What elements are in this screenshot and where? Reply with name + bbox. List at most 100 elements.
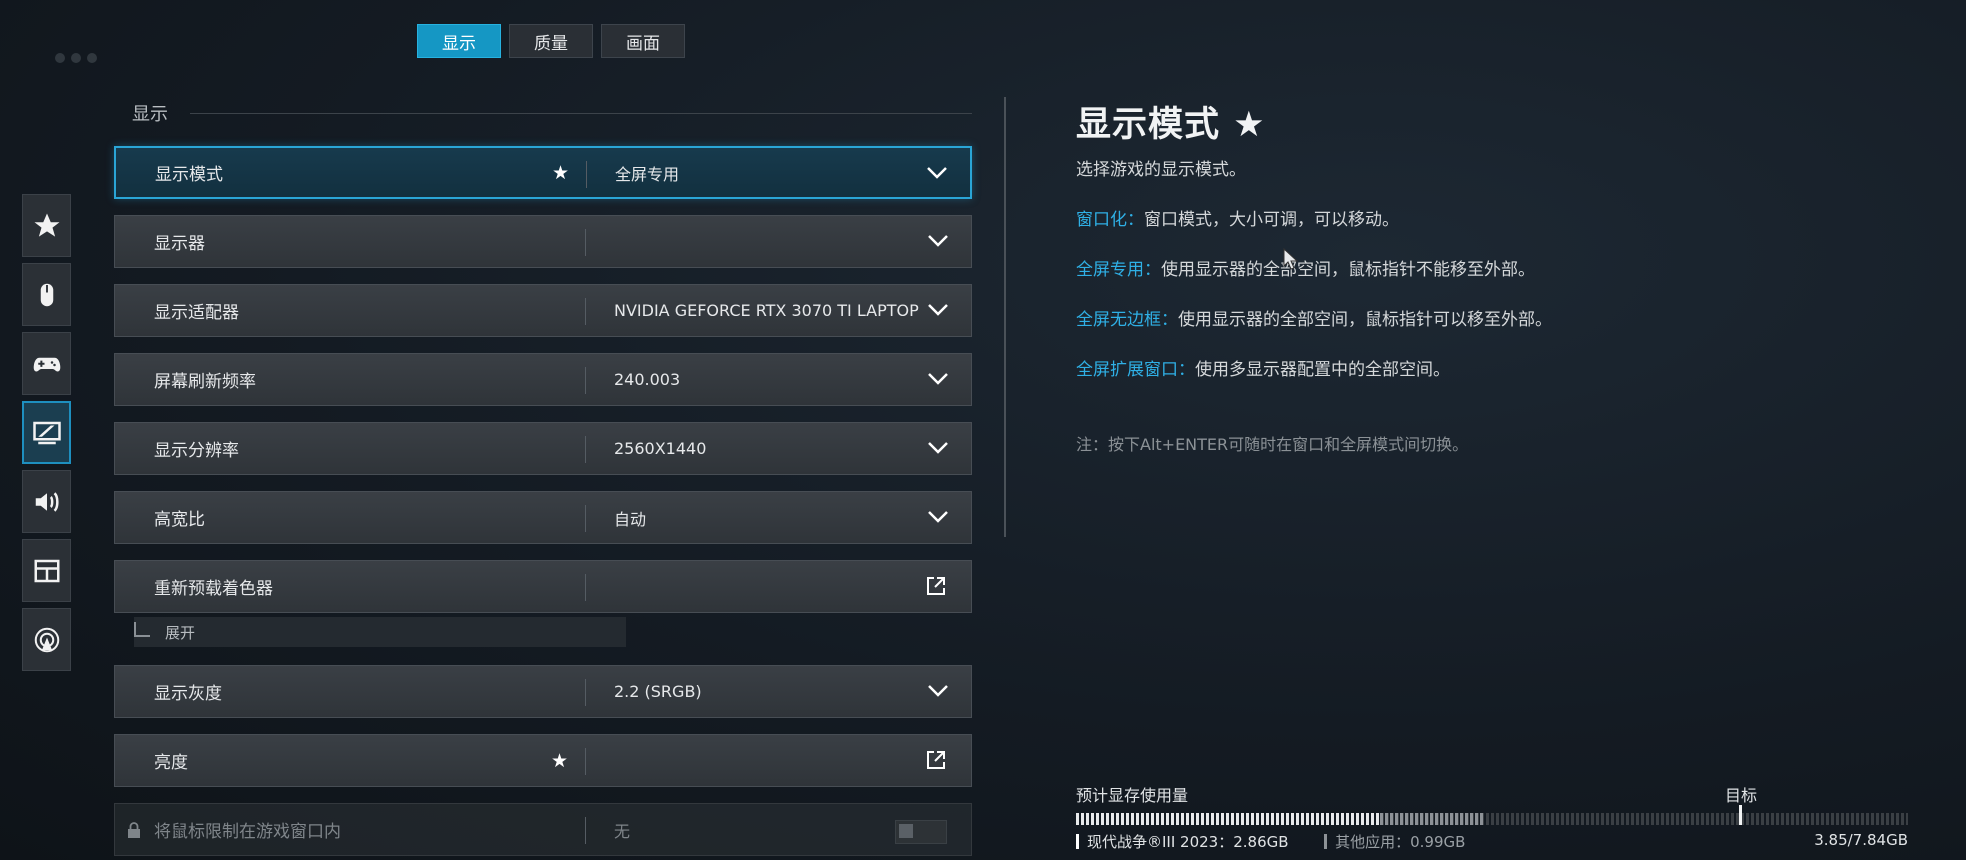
external-link-icon[interactable] — [925, 575, 947, 597]
vram-usage-bar — [1076, 813, 1908, 825]
sidebar-item-interface[interactable] — [22, 539, 71, 602]
setting-confine-mouse: 将鼠标限制在游戏窗口内 无 — [114, 803, 972, 856]
vram-other-label: 其他应用：0.99GB — [1335, 833, 1466, 851]
setting-divider — [585, 298, 586, 325]
description-text: 窗口模式，大小可调，可以移动。 — [1144, 210, 1399, 230]
setting-brightness[interactable]: 亮度 ★ — [114, 734, 972, 787]
description-text: 使用显示器的全部空间，鼠标指针可以移至外部。 — [1178, 310, 1552, 330]
setting-resolution[interactable]: 显示分辨率 2560X1440 — [114, 422, 972, 475]
setting-divider — [585, 679, 586, 706]
description-note: 注：按下Alt+ENTER可随时在窗口和全屏模式间切换。 — [1076, 435, 1469, 454]
setting-display-gamma[interactable]: 显示灰度 2.2 (SRGB) — [114, 665, 972, 718]
setting-value: NVIDIA GEFORCE RTX 3070 TI LAPTOP GPU — [614, 301, 924, 320]
description-subtitle: 选择游戏的显示模式。 — [1076, 160, 1246, 180]
chevron-down-icon[interactable] — [927, 233, 949, 249]
setting-label: 显示模式 — [155, 165, 223, 185]
setting-divider — [585, 817, 586, 844]
chevron-down-icon[interactable] — [927, 302, 949, 318]
description-term: 全屏扩展窗口： — [1076, 360, 1195, 380]
setting-divider — [585, 229, 586, 256]
speaker-icon — [35, 491, 59, 512]
settings-category-sidebar — [22, 194, 71, 677]
sub-setting-label: 展开 — [165, 623, 196, 642]
vram-game-label: 现代战争®III 2023：2.86GB — [1087, 833, 1289, 851]
tab-display[interactable]: 显示 — [417, 24, 501, 58]
section-title: 显示 — [132, 104, 168, 125]
chevron-down-icon[interactable] — [927, 509, 949, 525]
legend-game-swatch — [1076, 834, 1079, 849]
setting-restart-shader-preload[interactable]: 重新预载着色器 — [114, 560, 972, 613]
setting-label: 亮度 — [154, 753, 188, 773]
tab-view[interactable]: 画面 — [601, 24, 685, 58]
sidebar-item-graphics[interactable] — [22, 401, 71, 464]
star-icon — [34, 213, 59, 237]
description-item: 窗口化：窗口模式，大小可调，可以移动。 — [1076, 205, 1399, 230]
setting-divider — [585, 436, 586, 463]
setting-display-mode[interactable]: 显示模式 ★ 全屏专用 — [114, 146, 972, 199]
description-term: 全屏专用： — [1076, 260, 1161, 280]
interface-icon — [34, 559, 59, 582]
mouse-icon — [40, 283, 53, 306]
setting-label: 将鼠标限制在游戏窗口内 — [154, 822, 341, 842]
toggle-knob — [899, 824, 913, 838]
setting-value: 全屏专用 — [615, 164, 680, 184]
setting-value — [614, 216, 924, 267]
monitor-icon — [32, 421, 61, 444]
sub-setting-expand[interactable] — [134, 617, 626, 647]
chevron-down-icon[interactable] — [927, 371, 949, 387]
chevron-down-icon[interactable] — [927, 683, 949, 699]
sidebar-item-audio[interactable] — [22, 470, 71, 533]
sidebar-item-favorites[interactable] — [22, 194, 71, 257]
setting-monitor[interactable]: 显示器 — [114, 215, 972, 268]
setting-label: 显示分辨率 — [154, 441, 239, 461]
setting-label: 高宽比 — [154, 510, 205, 530]
favorite-star-icon[interactable]: ★ — [551, 735, 568, 786]
top-left-indicator — [55, 48, 145, 63]
chevron-down-icon[interactable] — [926, 165, 948, 181]
description-text: 使用多显示器配置中的全部空间。 — [1195, 360, 1450, 380]
sidebar-item-controller[interactable] — [22, 332, 71, 395]
favorite-star-icon[interactable]: ★ — [552, 148, 569, 197]
setting-value: 240.003 — [614, 370, 681, 389]
setting-value: 无 — [614, 821, 631, 841]
description-term: 全屏无边框： — [1076, 310, 1178, 330]
setting-divider — [586, 161, 587, 188]
lock-icon — [127, 804, 141, 855]
top-tabs: 显示 质量 画面 — [417, 24, 685, 58]
description-item: 全屏无边框：使用显示器的全部空间，鼠标指针可以移至外部。 — [1076, 305, 1552, 330]
sidebar-item-mouse[interactable] — [22, 263, 71, 326]
description-item: 全屏专用：使用显示器的全部空间，鼠标指针不能移至外部。 — [1076, 255, 1535, 280]
network-icon — [34, 627, 59, 652]
vram-legend: 现代战争®III 2023：2.86GB 其他应用：0.99GB — [1076, 831, 1465, 852]
vram-target-marker — [1739, 805, 1742, 825]
setting-value: 2.2 (SRGB) — [614, 682, 702, 701]
tab-quality[interactable]: 质量 — [509, 24, 593, 58]
setting-divider — [585, 367, 586, 394]
setting-divider — [585, 505, 586, 532]
external-link-icon[interactable] — [925, 749, 947, 771]
tree-connector — [134, 622, 150, 637]
setting-label: 重新预载着色器 — [154, 579, 273, 599]
sidebar-item-account-network[interactable] — [22, 608, 71, 671]
setting-refresh-rate[interactable]: 屏幕刷新频率 240.003 — [114, 353, 972, 406]
setting-value: 2560X1440 — [614, 439, 707, 458]
setting-divider — [585, 748, 586, 775]
description-title: 显示模式 ★ — [1076, 105, 1266, 145]
setting-divider — [585, 574, 586, 601]
setting-label: 显示灰度 — [154, 684, 222, 704]
setting-aspect-ratio[interactable]: 高宽比 自动 — [114, 491, 972, 544]
setting-value: 自动 — [614, 509, 647, 529]
vram-total: 3.85/7.84GB — [1814, 831, 1908, 849]
panel-separator — [1004, 97, 1006, 537]
gamepad-icon — [33, 357, 60, 371]
chevron-down-icon[interactable] — [927, 440, 949, 456]
setting-label: 显示器 — [154, 234, 205, 254]
vram-game-fill — [1076, 813, 1380, 825]
description-text: 使用显示器的全部空间，鼠标指针不能移至外部。 — [1161, 260, 1535, 280]
setting-display-adapter[interactable]: 显示适配器 NVIDIA GEFORCE RTX 3070 TI LAPTOP … — [114, 284, 972, 337]
legend-other-swatch — [1324, 834, 1328, 849]
description-term: 窗口化： — [1076, 210, 1144, 230]
vram-other-fill — [1380, 813, 1485, 825]
vram-usage-title: 预计显存使用量 — [1076, 786, 1189, 805]
vram-target-label: 目标 — [1725, 786, 1758, 805]
